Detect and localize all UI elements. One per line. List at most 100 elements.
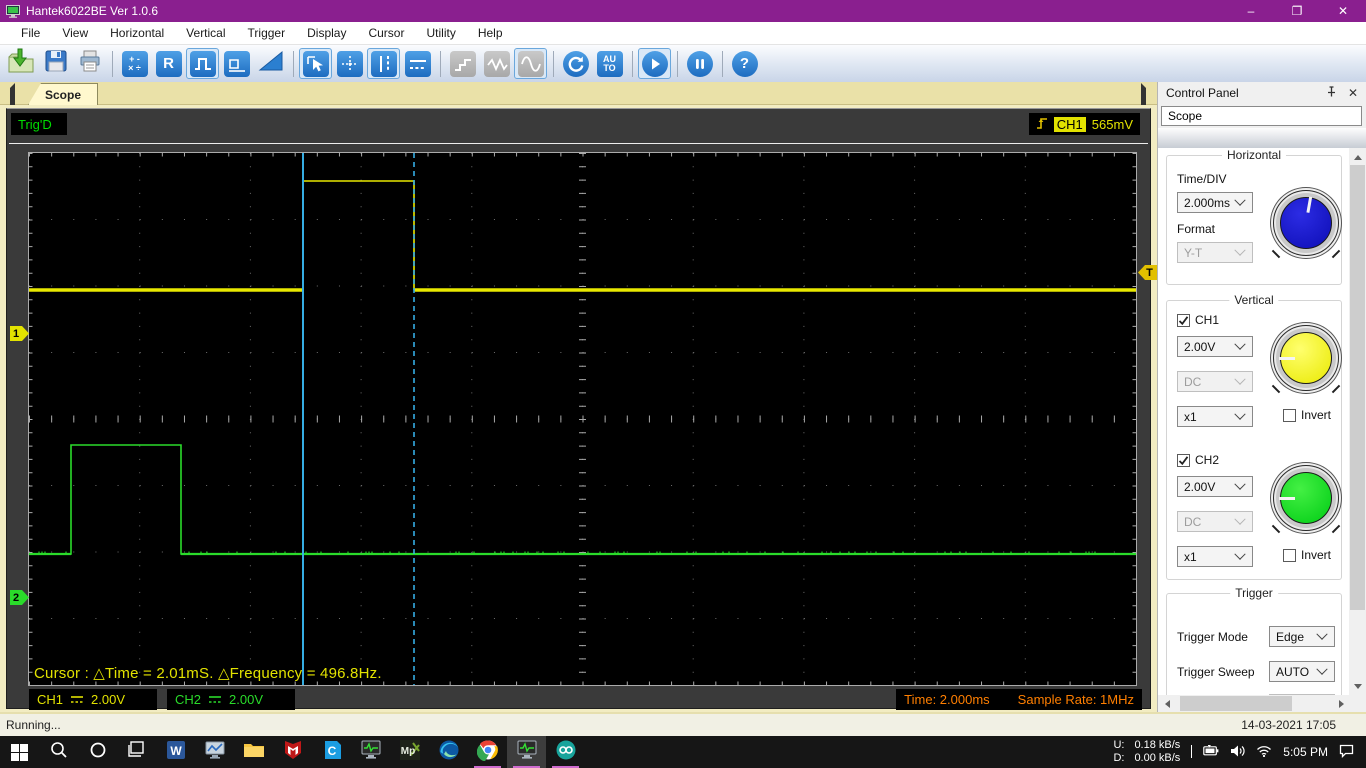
taskbar-edge[interactable] <box>429 736 468 768</box>
trigger-sweep-select[interactable]: AUTO <box>1269 661 1335 682</box>
step-wave-icon <box>449 50 476 77</box>
math-button[interactable]: + - × ÷ <box>118 48 151 79</box>
scroll-up-icon[interactable] <box>1349 148 1366 165</box>
scrollbar-thumb[interactable] <box>1180 696 1292 711</box>
task-view-button[interactable] <box>117 736 156 768</box>
menu-view[interactable]: View <box>51 26 99 40</box>
menu-vertical[interactable]: Vertical <box>175 26 236 40</box>
ch2-coupling-select[interactable]: DC <box>1177 511 1253 532</box>
zigzag-wave-button[interactable] <box>480 48 513 79</box>
menu-trigger[interactable]: Trigger <box>237 26 297 40</box>
cortana-button[interactable] <box>78 736 117 768</box>
ch1-probe-select[interactable]: x1 <box>1177 406 1253 427</box>
time-div-select[interactable]: 2.000ms <box>1177 192 1253 213</box>
ch2-invert-checkbox[interactable]: Invert <box>1283 548 1331 562</box>
taskbar-hantek-active[interactable] <box>507 736 546 768</box>
measure-button[interactable] <box>333 48 366 79</box>
app-icon <box>6 4 20 18</box>
menu-cursor[interactable]: Cursor <box>357 26 415 40</box>
tray-clock[interactable]: 5:05 PM <box>1283 745 1328 759</box>
sine-wave-icon <box>517 50 544 77</box>
panel-content: Horizontal Time/DIV 2.000ms Format Y-T V… <box>1158 148 1350 695</box>
menu-utility[interactable]: Utility <box>415 26 466 40</box>
horizontal-scrollbar[interactable] <box>1158 695 1350 712</box>
file-explorer-button[interactable] <box>234 736 273 768</box>
taskbar-hantek[interactable] <box>351 736 390 768</box>
start-acquisition-button[interactable] <box>638 48 671 79</box>
tab-scroll-right-icon[interactable] <box>1141 83 1151 110</box>
refresh-button[interactable] <box>559 48 592 79</box>
menu-display[interactable]: Display <box>296 26 357 40</box>
taskbar-c-app[interactable]: C <box>312 736 351 768</box>
menu-file[interactable]: File <box>10 26 51 40</box>
wifi-icon[interactable] <box>1256 745 1272 760</box>
pause-acquisition-button[interactable] <box>683 48 716 79</box>
ch2-ground-marker[interactable]: 2 <box>10 590 29 605</box>
ch1-ground-marker[interactable]: 1 <box>10 326 29 341</box>
taskbar-chrome[interactable] <box>468 736 507 768</box>
trigger-level-value: 565mV <box>1091 116 1133 132</box>
panel-mode-select[interactable]: Scope <box>1161 106 1362 126</box>
waveform-button[interactable] <box>186 48 219 79</box>
taskbar-mplab[interactable]: Mp <box>390 736 429 768</box>
horizontal-position-knob[interactable] <box>1273 190 1339 256</box>
timebase-readout: Time: 2.000ms Sample Rate: 1MHz <box>896 689 1142 710</box>
ch1-coupling-select[interactable]: DC <box>1177 371 1253 392</box>
vertical-scrollbar[interactable] <box>1349 148 1366 695</box>
horizontal-cursor-button[interactable] <box>401 48 434 79</box>
digital-button[interactable] <box>220 48 253 79</box>
scope-plot[interactable] <box>28 152 1137 686</box>
network-speed-widget[interactable]: U: 0.18 kB/s D: 0.00 kB/s <box>1113 739 1180 765</box>
menu-help[interactable]: Help <box>467 26 514 40</box>
reference-button[interactable]: R <box>152 48 185 79</box>
taskbar-camtasia[interactable] <box>546 736 585 768</box>
ch1-enable-checkbox[interactable]: CH1 <box>1177 313 1219 327</box>
taskbar-word[interactable]: W <box>156 736 195 768</box>
restore-button[interactable]: ❐ <box>1274 0 1320 22</box>
scroll-down-icon[interactable] <box>1349 678 1366 695</box>
search-button[interactable] <box>39 736 78 768</box>
pin-icon[interactable] <box>1327 86 1336 100</box>
scroll-right-icon[interactable] <box>1333 695 1350 712</box>
ch1-scale-select[interactable]: 2.00V <box>1177 336 1253 357</box>
menu-horizontal[interactable]: Horizontal <box>99 26 175 40</box>
waveform-display[interactable] <box>29 153 1136 685</box>
print-button[interactable] <box>73 48 106 79</box>
auto-button[interactable]: AU TO <box>593 48 626 79</box>
volume-icon[interactable] <box>1230 745 1245 760</box>
close-button[interactable]: ✕ <box>1320 0 1366 22</box>
tray-expand-icon[interactable] <box>1191 745 1193 758</box>
start-button[interactable] <box>0 736 39 768</box>
vertical-cursor-button[interactable] <box>367 48 400 79</box>
tab-scope[interactable]: Scope <box>28 83 98 105</box>
trigger-mode-label: Trigger Mode <box>1177 630 1248 644</box>
trigger-level-marker[interactable]: T <box>1138 265 1157 280</box>
task-view-icon <box>127 741 146 763</box>
scroll-left-icon[interactable] <box>1158 695 1175 712</box>
ch2-volts-per-div: 2.00V <box>229 692 263 707</box>
ch1-invert-checkbox[interactable]: Invert <box>1283 408 1331 422</box>
taskbar-device-monitor[interactable] <box>195 736 234 768</box>
help-button[interactable]: ? <box>728 48 761 79</box>
ch2-position-knob[interactable] <box>1273 465 1339 531</box>
save-button[interactable] <box>39 48 72 79</box>
taskbar-mcafee[interactable] <box>273 736 312 768</box>
ch1-position-knob[interactable] <box>1273 325 1339 391</box>
action-center-icon[interactable] <box>1339 744 1354 761</box>
separator <box>9 143 1148 144</box>
ramp-button[interactable] <box>254 48 287 79</box>
trigger-mode-select[interactable]: Edge <box>1269 626 1335 647</box>
sine-wave-button[interactable] <box>514 48 547 79</box>
battery-icon[interactable] <box>1203 745 1219 759</box>
ch2-enable-checkbox[interactable]: CH2 <box>1177 453 1219 467</box>
cursor-select-button[interactable] <box>299 48 332 79</box>
ch2-scale-select[interactable]: 2.00V <box>1177 476 1253 497</box>
step-wave-button[interactable] <box>446 48 479 79</box>
format-select[interactable]: Y-T <box>1177 242 1253 263</box>
panel-close-icon[interactable]: ✕ <box>1348 86 1358 100</box>
minimize-button[interactable]: – <box>1228 0 1274 22</box>
open-button[interactable] <box>5 48 38 79</box>
scrollbar-thumb[interactable] <box>1350 165 1365 610</box>
tab-scroll-left-icon[interactable] <box>5 83 15 110</box>
ch2-probe-select[interactable]: x1 <box>1177 546 1253 567</box>
